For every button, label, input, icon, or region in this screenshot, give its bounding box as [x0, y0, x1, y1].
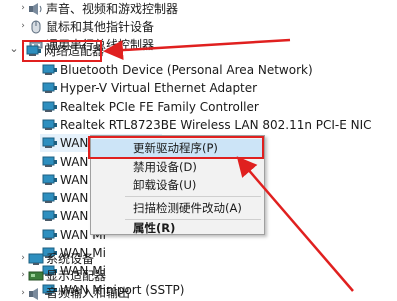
network-adapter-label: Realtek RTL8723BE Wireless LAN 802.11n P… — [60, 118, 372, 132]
chevron-right-icon[interactable]: › — [18, 288, 28, 298]
context-menu: 更新驱动程序(P) 禁用设备(D) 卸载设备(U) 扫描检测硬件改动(A) 属性… — [88, 135, 265, 237]
network-adapter-label: Hyper-V Virtual Ethernet Adapter — [60, 81, 258, 95]
chevron-right-icon[interactable]: › — [18, 3, 28, 13]
network-adapter-icon — [42, 155, 58, 169]
chevron-right-icon[interactable]: › — [18, 253, 28, 263]
chevron-down-icon[interactable]: ⌄ — [9, 43, 19, 54]
network-adapter-icon — [42, 118, 58, 132]
network-adapter-icon — [42, 136, 58, 150]
network-adapter-label: Bluetooth Device (Personal Area Network) — [60, 63, 313, 77]
system-device-icon — [28, 252, 44, 266]
chevron-right-icon[interactable]: › — [18, 270, 28, 280]
network-adapter-icon — [42, 173, 58, 187]
speaker-icon — [28, 2, 44, 16]
mouse-icon — [28, 20, 44, 34]
network-adapter-icon — [42, 100, 58, 114]
network-adapter-icon — [42, 209, 58, 223]
annotation-highlight-box — [88, 136, 264, 159]
network-adapter-icon — [42, 191, 58, 205]
chevron-right-icon[interactable]: › — [18, 21, 28, 31]
menu-item-properties[interactable]: 属性(R) — [91, 219, 264, 237]
menu-item-uninstall-device[interactable]: 卸载设备(U) — [91, 176, 264, 194]
audio-io-icon — [28, 287, 44, 301]
menu-item-scan-hardware[interactable]: 扫描检测硬件改动(A) — [91, 199, 264, 217]
menu-separator — [125, 196, 261, 197]
network-adapter-icon — [42, 228, 58, 242]
menu-item-disable-device[interactable]: 禁用设备(D) — [91, 158, 264, 176]
category-label: 音频输入和输出 — [46, 286, 131, 300]
display-adapter-icon — [28, 269, 44, 283]
category-label: 显示适配器 — [46, 269, 107, 283]
category-label: 鼠标和其他指针设备 — [46, 20, 155, 34]
network-adapter-label: Realtek PCIe FE Family Controller — [60, 100, 259, 114]
category-label: 系统设备 — [46, 252, 95, 266]
network-adapter-icon — [42, 63, 58, 77]
category-label: 声音、视频和游戏控制器 — [46, 2, 179, 16]
annotation-highlight-box — [22, 40, 102, 62]
network-adapter-icon — [42, 81, 58, 95]
